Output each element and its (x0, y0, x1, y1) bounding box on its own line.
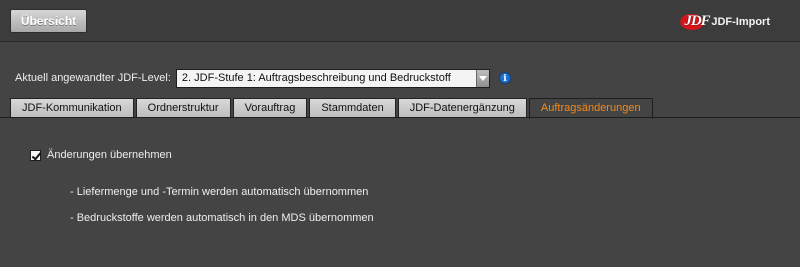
jdf-level-selected-value: 2. JDF-Stufe 1: Auftragsbeschreibung und… (181, 71, 451, 84)
tab-jdf-kommunikation[interactable]: JDF-Kommunikation (10, 98, 134, 118)
jdf-logo-text: JDF (684, 13, 710, 29)
info-icon[interactable]: i (498, 72, 511, 84)
brand: JDF JDF-Import (678, 12, 770, 32)
jdf-level-row: Aktuell angewandter JDF-Level: 2. JDF-St… (15, 68, 511, 88)
apply-changes-label: Änderungen übernehmen (47, 149, 172, 161)
apply-changes-option[interactable]: Änderungen übernehmen (30, 149, 172, 161)
brand-title: JDF-Import (711, 16, 770, 28)
tab-auftragsaenderungen[interactable]: Auftragsänderungen (528, 98, 653, 119)
note-delivery: - Liefermenge und -Termin werden automat… (70, 186, 369, 198)
chevron-down-icon[interactable] (475, 69, 489, 87)
note-substrates: - Bedruckstoffe werden automatisch in de… (70, 212, 374, 224)
jdf-level-label: Aktuell angewandter JDF-Level: (15, 72, 171, 84)
jdf-logo-icon: JDF (678, 12, 711, 32)
tab-stammdaten[interactable]: Stammdaten (309, 98, 396, 118)
tab-jdf-datenergaenzung[interactable]: JDF-Datenergänzung (397, 98, 527, 118)
apply-changes-checkbox[interactable] (30, 149, 41, 161)
tab-ordnerstruktur[interactable]: Ordnerstruktur (135, 98, 231, 118)
overview-button[interactable]: Übersicht (10, 9, 87, 33)
jdf-level-select[interactable]: 2. JDF-Stufe 1: Auftragsbeschreibung und… (175, 68, 490, 88)
header-bar: Übersicht JDF JDF-Import (0, 0, 800, 42)
tab-divider (0, 117, 800, 118)
tab-bar: JDF-Kommunikation Ordnerstruktur Vorauft… (10, 98, 655, 119)
tab-vorauftrag[interactable]: Vorauftrag (232, 98, 308, 118)
